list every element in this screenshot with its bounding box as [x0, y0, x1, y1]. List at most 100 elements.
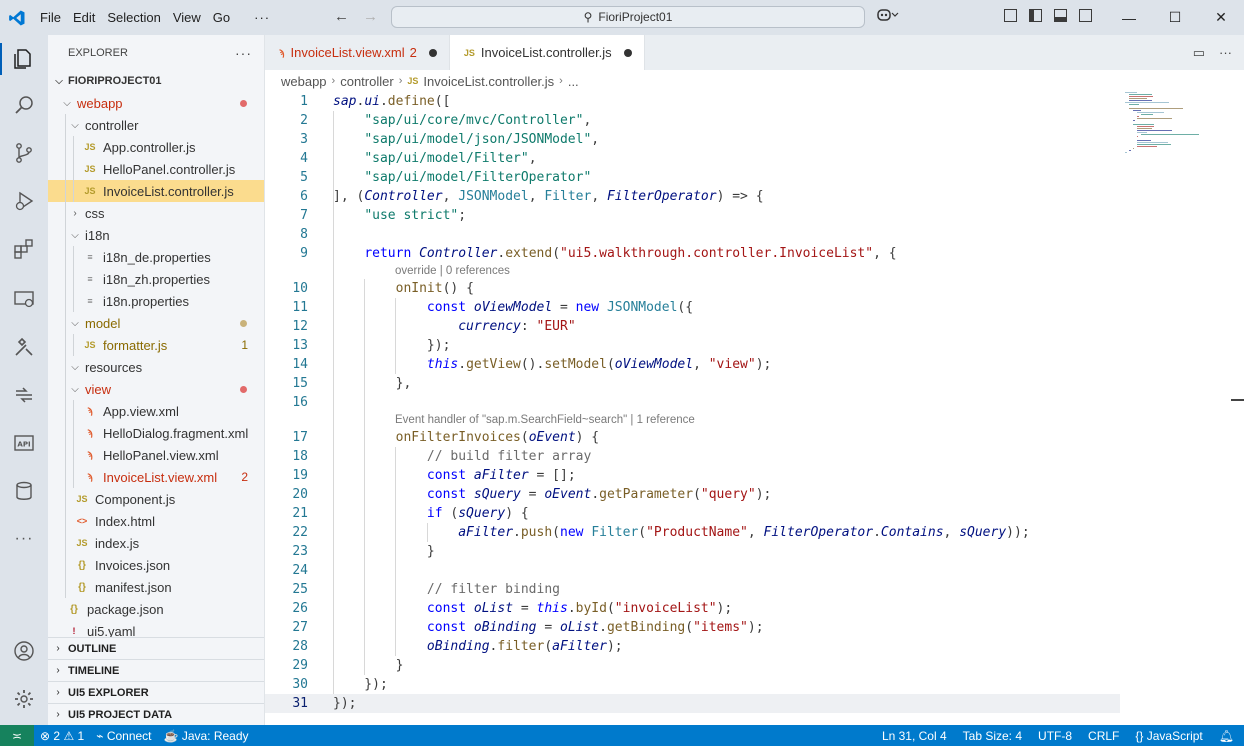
menu-more[interactable]: ··· — [248, 10, 276, 25]
code-line[interactable]: 31}); — [265, 694, 1120, 713]
explorer-icon[interactable] — [0, 41, 48, 77]
code-line[interactable]: 23 } — [265, 542, 1120, 561]
menu-view[interactable]: View — [167, 10, 207, 25]
codelens-event-handler[interactable]: Event handler of "sap.m.SearchField~sear… — [395, 412, 695, 428]
code-line[interactable]: 9 return Controller.extend("ui5.walkthro… — [265, 244, 1120, 263]
code-line[interactable]: 1 sap.ui.define([ — [265, 92, 1120, 111]
code-line[interactable]: 20 const sQuery = oEvent.getParameter("q… — [265, 485, 1120, 504]
language-mode[interactable]: {} JavaScript — [1129, 729, 1208, 743]
accounts-icon[interactable] — [0, 633, 48, 669]
notifications-bell-icon[interactable]: 🔔︎ — [1213, 729, 1240, 743]
code-line[interactable]: 10 onInit() { — [265, 279, 1120, 298]
code-line[interactable]: 8 — [265, 225, 1120, 244]
unsaved-dot-icon[interactable] — [428, 48, 437, 57]
remote-indicator-icon[interactable]: ≍ — [0, 725, 34, 746]
tree-folder[interactable]: ⌵ i18n — [48, 224, 264, 246]
scrollbar-marker[interactable] — [1231, 399, 1244, 401]
code-line[interactable]: 15 }, — [265, 374, 1120, 393]
code-line[interactable]: 26 const oList = this.byId("invoiceList"… — [265, 599, 1120, 618]
close-icon[interactable]: ✕ — [1198, 0, 1244, 35]
code-line[interactable]: 24 — [265, 561, 1120, 580]
code-line[interactable]: 27 const oBinding = oList.getBinding("it… — [265, 618, 1120, 637]
code-line[interactable]: 12 currency: "EUR" — [265, 317, 1120, 336]
tree-file[interactable]: {} package.json — [48, 598, 264, 620]
code-line[interactable]: 17 onFilterInvoices(oEvent) { — [265, 428, 1120, 447]
tree-file[interactable]: ϡ App.view.xml — [48, 400, 264, 422]
maximize-icon[interactable]: ☐ — [1152, 0, 1198, 35]
minimize-icon[interactable]: — — [1106, 0, 1152, 35]
tree-file[interactable]: JS InvoiceList.controller.js — [48, 180, 264, 202]
code-line[interactable]: 21 if (sQuery) { — [265, 504, 1120, 523]
split-editor-icon[interactable]: ▭ — [1193, 45, 1205, 61]
tree-file[interactable]: <> Index.html — [48, 510, 264, 532]
more-views-icon[interactable]: ··· — [0, 521, 48, 557]
tree-file[interactable]: JS App.controller.js — [48, 136, 264, 158]
ui5-project-data-section[interactable]: › UI5 PROJECT DATA — [48, 703, 264, 725]
problems-indicator[interactable]: ⊗ 2 ⚠ 1 — [34, 729, 90, 743]
command-center-search[interactable]: ⚲ FioriProject01 — [391, 6, 865, 28]
code-line[interactable]: 3 "sap/ui/model/json/JSONModel", — [265, 130, 1120, 149]
menu-file[interactable]: File — [34, 10, 67, 25]
code-line[interactable]: 22 aFilter.push(new Filter("ProductName"… — [265, 523, 1120, 542]
tree-file[interactable]: ϡ HelloPanel.view.xml — [48, 444, 264, 466]
database-icon[interactable] — [0, 473, 48, 509]
timeline-section[interactable]: › TIMELINE — [48, 659, 264, 681]
tree-file[interactable]: JS Component.js — [48, 488, 264, 510]
code-line[interactable]: 14 this.getView().setModel(oViewModel, "… — [265, 355, 1120, 374]
tree-file[interactable]: {} Invoices.json — [48, 554, 264, 576]
menu-selection[interactable]: Selection — [101, 10, 166, 25]
run-debug-icon[interactable] — [0, 183, 48, 219]
tree-folder[interactable]: ⌵ resources — [48, 356, 264, 378]
connect-button[interactable]: ⌁ Connect — [90, 729, 157, 743]
tree-file[interactable]: ϡ HelloDialog.fragment.xml — [48, 422, 264, 444]
breadcrumb-file[interactable]: InvoiceList.controller.js — [423, 74, 554, 89]
tab-invoicelist-controller-js[interactable]: JS InvoiceList.controller.js — [449, 35, 645, 70]
menu-edit[interactable]: Edit — [67, 10, 101, 25]
tree-file[interactable]: JS HelloPanel.controller.js — [48, 158, 264, 180]
tree-folder[interactable]: ⌵ webapp — [48, 92, 264, 114]
code-line[interactable]: 18 // build filter array — [265, 447, 1120, 466]
code-line[interactable]: 6], (Controller, JSONModel, Filter, Filt… — [265, 187, 1120, 206]
tree-folder[interactable]: ⌵ controller — [48, 114, 264, 136]
outline-section[interactable]: › OUTLINE — [48, 637, 264, 659]
code-line[interactable]: 29 } — [265, 656, 1120, 675]
editor-more-icon[interactable]: ··· — [1219, 45, 1232, 61]
code-line[interactable]: 13 }); — [265, 336, 1120, 355]
codelens-references[interactable]: override | 0 references — [395, 263, 510, 279]
ui5-explorer-section[interactable]: › UI5 EXPLORER — [48, 681, 264, 703]
menu-go[interactable]: Go — [207, 10, 236, 25]
customize-layout-icon[interactable] — [1004, 9, 1017, 22]
code-line[interactable]: 7 "use strict"; — [265, 206, 1120, 225]
end-of-line[interactable]: CRLF — [1082, 729, 1125, 743]
fiori-tools-icon[interactable] — [0, 377, 48, 413]
extensions-icon[interactable] — [0, 231, 48, 267]
code-line[interactable]: 30 }); — [265, 675, 1120, 694]
minimap[interactable] — [1125, 92, 1225, 162]
encoding[interactable]: UTF-8 — [1032, 729, 1078, 743]
sap-tools-icon[interactable] — [0, 329, 48, 365]
code-line[interactable]: 5 "sap/ui/model/FilterOperator" — [265, 168, 1120, 187]
tree-folder[interactable]: ⌵ view — [48, 378, 264, 400]
breadcrumb-webapp[interactable]: webapp — [281, 74, 327, 89]
code-line[interactable]: 28 oBinding.filter(aFilter); — [265, 637, 1120, 656]
cursor-position[interactable]: Ln 31, Col 4 — [876, 729, 953, 743]
api-icon[interactable]: API — [0, 425, 48, 461]
remote-explorer-icon[interactable] — [0, 281, 48, 317]
tree-file[interactable]: JS formatter.js 1 — [48, 334, 264, 356]
code-line[interactable]: 19 const aFilter = []; — [265, 466, 1120, 485]
unsaved-dot-icon[interactable] — [623, 48, 632, 57]
toggle-sidebar-icon[interactable] — [1029, 9, 1042, 22]
tree-file[interactable]: ≡ i18n_de.properties — [48, 246, 264, 268]
code-line[interactable]: 4 "sap/ui/model/Filter", — [265, 149, 1120, 168]
forward-arrow-icon[interactable]: → — [363, 8, 378, 25]
indentation[interactable]: Tab Size: 4 — [957, 729, 1028, 743]
copilot-icon[interactable] — [877, 8, 899, 25]
tree-file[interactable]: ≡ i18n_zh.properties — [48, 268, 264, 290]
breadcrumb-controller[interactable]: controller — [340, 74, 393, 89]
settings-gear-icon[interactable] — [0, 681, 48, 717]
code-line[interactable]: 16 — [265, 393, 1120, 412]
toggle-secondary-sidebar-icon[interactable] — [1079, 9, 1092, 22]
toggle-panel-icon[interactable] — [1054, 9, 1067, 22]
explorer-more-icon[interactable]: ··· — [235, 45, 252, 61]
code-line[interactable]: 2 "sap/ui/core/mvc/Controller", — [265, 111, 1120, 130]
